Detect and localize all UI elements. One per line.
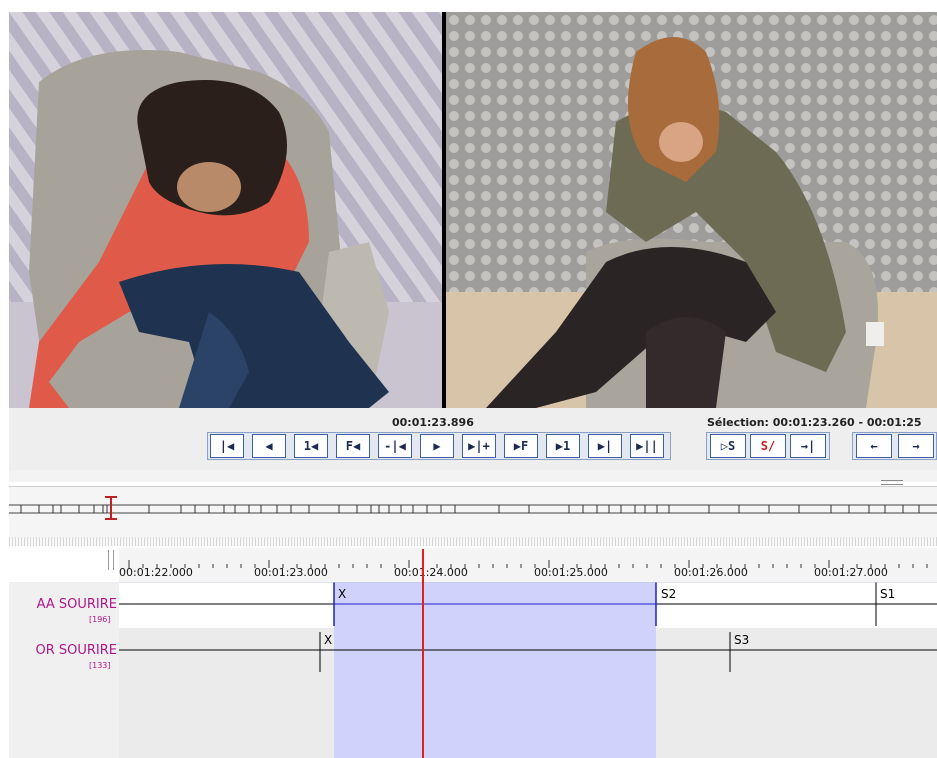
previous-annotation-button[interactable]: -|◀: [378, 434, 412, 458]
annotation-label[interactable]: S2: [661, 587, 676, 601]
to-selection-icon: →|: [800, 439, 816, 453]
ruler-tick-label: 00:01:25.000: [534, 566, 608, 579]
next-annotation-button[interactable]: ▶|+: [462, 434, 496, 458]
back-button[interactable]: ←: [856, 434, 892, 458]
splitter[interactable]: [9, 537, 937, 546]
frame-back-button[interactable]: F◀: [336, 434, 370, 458]
next-step-button[interactable]: ▶|: [588, 434, 622, 458]
annotation-label[interactable]: S3: [734, 633, 749, 647]
one-back-icon: 1◀: [303, 439, 319, 453]
previous-step-button[interactable]: ◀: [252, 434, 286, 458]
annotation-label[interactable]: S1: [880, 587, 895, 601]
clear-selection-button[interactable]: S/: [750, 434, 786, 458]
tier-lines: [119, 582, 937, 672]
play-icon: ▶: [433, 439, 441, 453]
playhead-cursor[interactable]: [422, 549, 424, 758]
go-to-selection-button[interactable]: →|: [790, 434, 826, 458]
arrow-left-icon: ←: [870, 439, 878, 453]
prev-annotation-icon: -|◀: [384, 439, 406, 453]
video-right: [446, 12, 937, 408]
frame-back-icon: F◀: [345, 439, 361, 453]
play-button[interactable]: ▶: [420, 434, 454, 458]
annotation-label[interactable]: X: [338, 587, 346, 601]
go-to-end-icon: ▶||: [636, 439, 658, 453]
overview-timeline[interactable]: [9, 486, 937, 537]
ruler-grip[interactable]: [108, 550, 114, 570]
video-left: [9, 12, 442, 408]
ruler-tick-label: 00:01:27.000: [814, 566, 888, 579]
frame-forward-button[interactable]: ▶F: [504, 434, 538, 458]
selection-display: Sélection: 00:01:23.260 - 00:01:25: [707, 416, 922, 429]
forward-button[interactable]: →: [898, 434, 934, 458]
ruler-tick-label: 00:01:24.000: [394, 566, 468, 579]
ruler-tick-label: 00:01:26.000: [674, 566, 748, 579]
ruler-tick-label: 00:01:23.000: [254, 566, 328, 579]
ruler-tick-label: 00:01:22.000: [119, 566, 193, 579]
tier-count: [133]: [89, 661, 111, 670]
play-selection-button[interactable]: ▷S: [710, 434, 746, 458]
current-time-display: 00:01:23.896: [392, 416, 474, 429]
tier-name[interactable]: AA SOURIRE: [37, 597, 117, 612]
one-frame-forward-button[interactable]: ▶1: [546, 434, 580, 458]
step-back-icon: ◀: [265, 439, 273, 453]
arrow-right-icon: →: [912, 439, 920, 453]
go-to-begin-icon: |◀: [219, 439, 235, 453]
go-to-end-button[interactable]: ▶||: [630, 434, 664, 458]
go-to-begin-button[interactable]: |◀: [210, 434, 244, 458]
clear-selection-icon: S/: [760, 439, 776, 453]
tier-name[interactable]: OR SOURIRE: [35, 643, 117, 658]
resize-grip[interactable]: [881, 480, 903, 485]
tier-count: [196]: [89, 615, 111, 624]
one-forward-icon: ▶1: [555, 439, 571, 453]
next-annotation-icon: ▶|+: [468, 439, 490, 453]
step-forward-icon: ▶|: [597, 439, 613, 453]
overview-separator: [9, 470, 937, 482]
frame-forward-icon: ▶F: [513, 439, 529, 453]
annotation-label[interactable]: X: [324, 633, 332, 647]
play-selection-icon: ▷S: [720, 439, 736, 453]
one-frame-back-button[interactable]: 1◀: [294, 434, 328, 458]
